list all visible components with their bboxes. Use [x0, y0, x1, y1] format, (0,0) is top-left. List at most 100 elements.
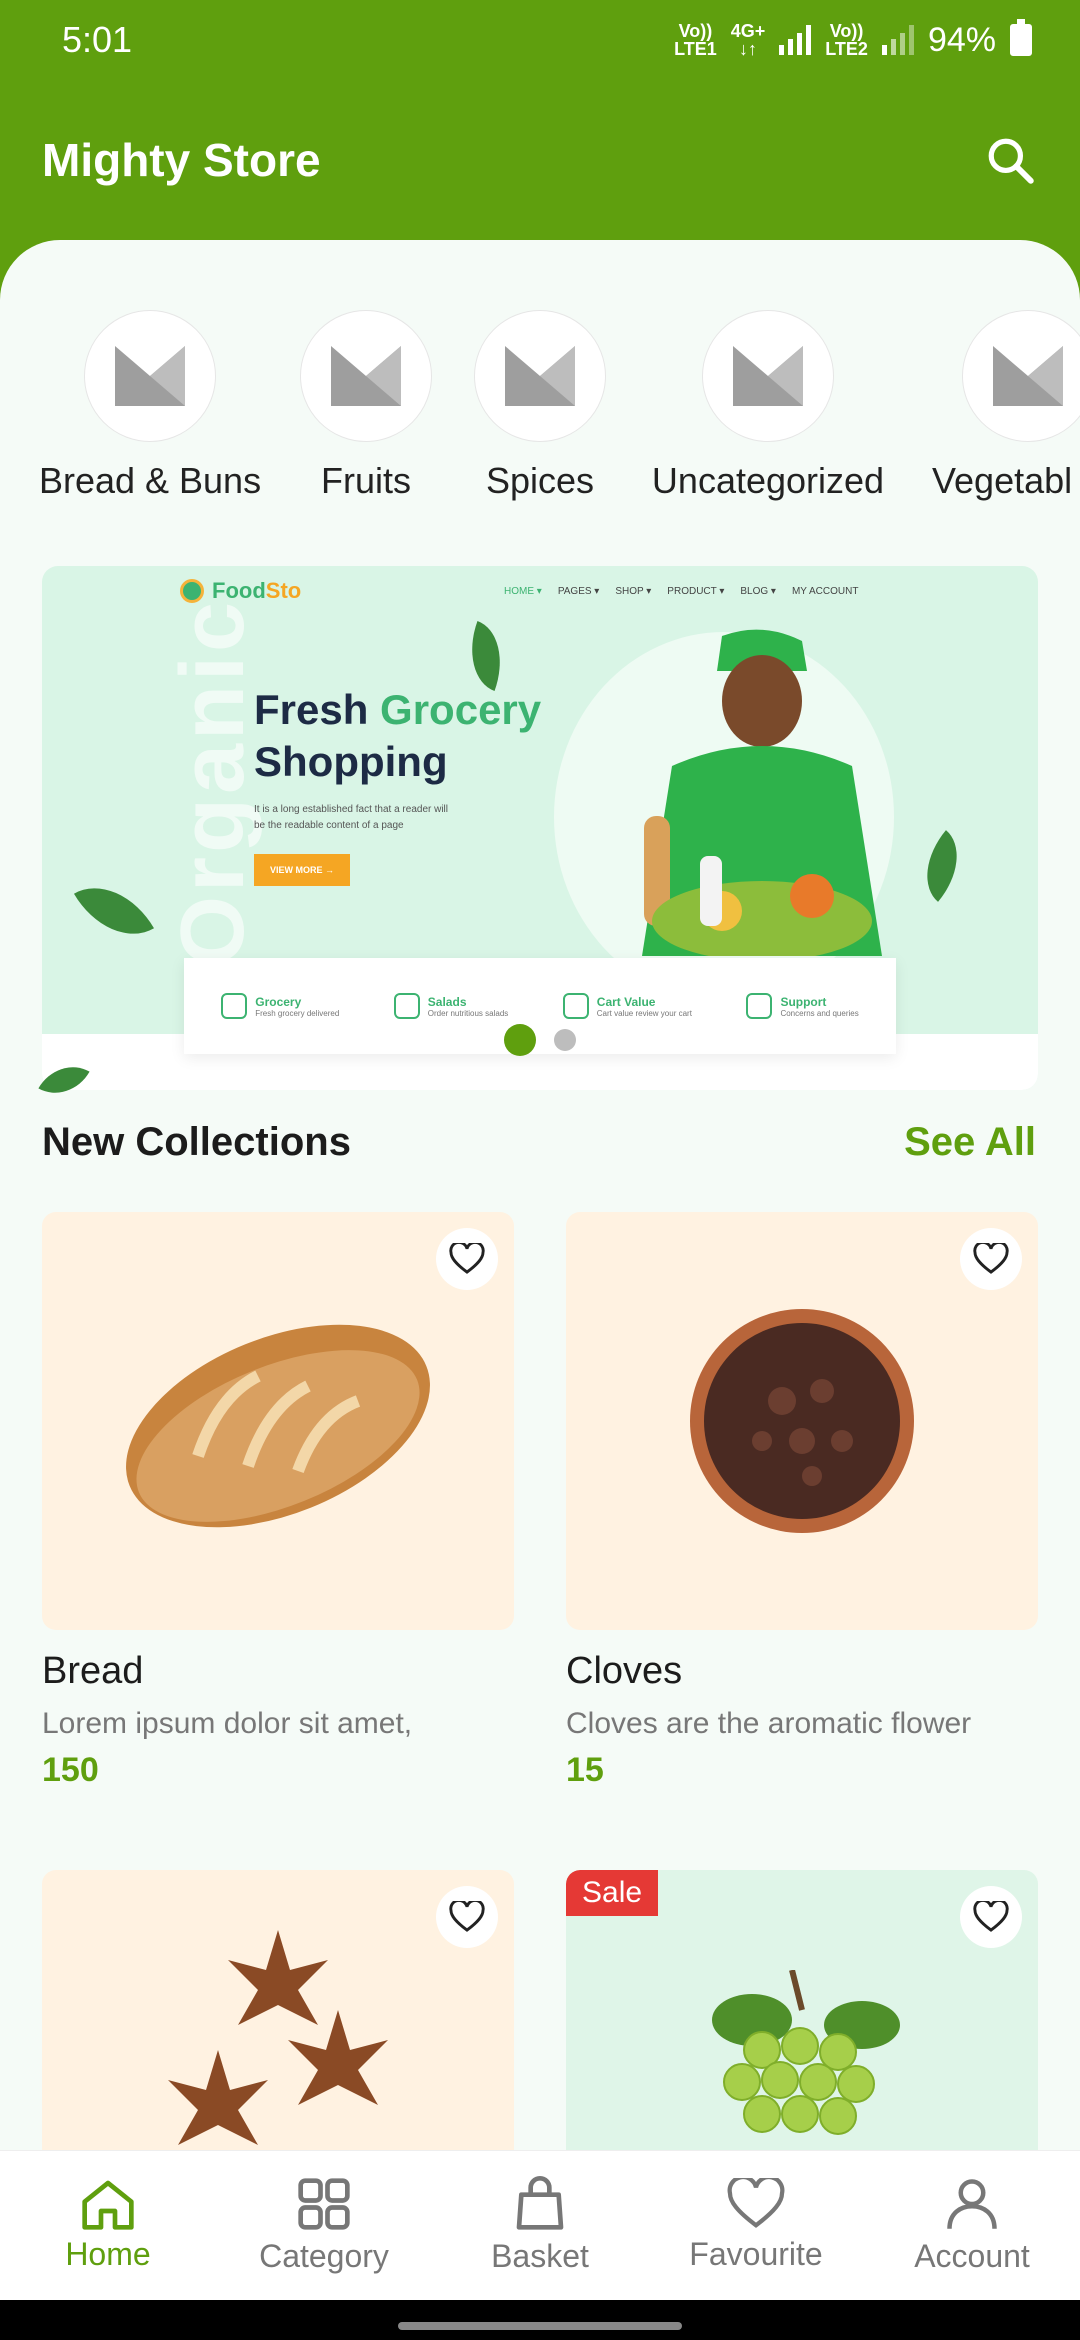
placeholder-image-icon — [505, 346, 575, 406]
leaf-decoration — [73, 867, 155, 955]
category-vegetables[interactable]: Vegetabl — [932, 310, 1080, 502]
product-card-star-anise[interactable] — [42, 1870, 514, 2150]
product-price: 15 — [566, 1751, 604, 1789]
battery-icon — [1010, 19, 1032, 56]
product-image[interactable]: Sale — [566, 1870, 1038, 2150]
carousel-indicator — [0, 1024, 1080, 1056]
status-icons: Vo)) LTE1 4G+ ↓↑ Vo)) LTE2 94% — [674, 19, 1032, 60]
nav-label: Category — [259, 2238, 389, 2274]
feature-cart-value: Cart Value Cart value review your cart — [562, 993, 692, 1019]
nav-label: Favourite — [689, 2236, 823, 2272]
product-card-bread[interactable]: Bread Lorem ipsum dolor sit amet, 150 — [42, 1212, 514, 1790]
banner-nav-item: SHOP ▾ — [615, 586, 652, 597]
product-card-cloves[interactable]: Cloves Cloves are the aromatic flower 15 — [566, 1212, 1038, 1790]
carousel-dot[interactable] — [554, 1029, 576, 1051]
product-name: Cloves — [566, 1650, 683, 1692]
category-label: Uncategorized — [651, 460, 885, 501]
bread-image — [126, 1324, 430, 1528]
feature-desc: Cart value review your cart — [596, 1008, 692, 1018]
placeholder-image-icon — [331, 346, 401, 406]
content-sheet: Bread & Buns Fruits Spices Uncategorized… — [0, 240, 1080, 2150]
net1-top: Vo)) — [678, 21, 713, 41]
home-gesture-handle[interactable] — [398, 2322, 682, 2330]
product-image[interactable] — [42, 1212, 514, 1630]
nav-label: Basket — [491, 2238, 589, 2274]
product-image[interactable] — [42, 1870, 514, 2150]
heart-icon — [973, 1901, 1009, 1932]
grapes-image — [712, 1970, 900, 2135]
category-grid-icon — [298, 2178, 350, 2230]
category-label: Vegetabl — [932, 460, 1073, 501]
heart-icon — [727, 2178, 785, 2228]
product-desc: Lorem ipsum dolor sit amet, — [42, 1707, 413, 1740]
category-fruits[interactable]: Fruits — [300, 310, 432, 502]
placeholder-image-icon — [993, 346, 1063, 406]
see-all-link[interactable]: See All — [904, 1120, 1036, 1165]
net1-bottom: LTE1 — [674, 39, 717, 59]
nav-basket[interactable]: Basket — [432, 2176, 648, 2275]
category-uncategorized[interactable]: Uncategorized — [648, 310, 888, 502]
category-image — [474, 310, 606, 442]
category-label: Fruits — [321, 460, 411, 501]
heart-icon — [449, 1901, 485, 1932]
product-image[interactable] — [566, 1212, 1038, 1630]
category-label: Spices — [485, 460, 595, 501]
net2-bottom: LTE2 — [825, 39, 868, 59]
data-arrows-icon: ↓↑ — [739, 39, 757, 59]
promo-banner[interactable]: Organic FoodSto HOME ▾ PAGES ▾ SHOP ▾ PR… — [42, 566, 1038, 1090]
category-bread-buns[interactable]: Bread & Buns — [39, 310, 261, 502]
category-spices[interactable]: Spices — [474, 310, 606, 502]
view-more-button[interactable]: VIEW MORE → — [254, 854, 350, 886]
signal-icon — [779, 25, 812, 55]
nav-category[interactable]: Category — [216, 2176, 432, 2275]
user-icon — [947, 2179, 997, 2229]
placeholder-image-icon — [733, 346, 803, 406]
favourite-button[interactable] — [960, 1886, 1022, 1948]
favourite-button[interactable] — [960, 1228, 1022, 1290]
logo-text-b: Sto — [265, 578, 302, 603]
favourite-button[interactable] — [436, 1228, 498, 1290]
banner-nav: HOME ▾ PAGES ▾ SHOP ▾ PRODUCT ▾ BLOG ▾ M… — [504, 586, 858, 597]
network-lte1: Vo)) LTE1 — [674, 22, 717, 58]
system-gesture-bar — [0, 2300, 1080, 2340]
heart-icon — [449, 1243, 485, 1274]
nav-favourite[interactable]: Favourite — [648, 2178, 864, 2273]
support-icon — [746, 993, 773, 1019]
net2-top: Vo)) — [829, 21, 864, 41]
status-bar: 5:01 Vo)) LTE1 4G+ ↓↑ Vo)) LTE2 94% — [0, 0, 1080, 80]
banner-subtext: It is a long established fact that a rea… — [254, 804, 448, 831]
shopping-bag-icon — [516, 2176, 564, 2230]
network-lte2: Vo)) LTE2 — [825, 22, 868, 58]
nav-label: Home — [65, 2236, 151, 2272]
banner-nav-item: HOME ▾ — [504, 586, 542, 597]
category-list[interactable]: Bread & Buns Fruits Spices Uncategorized… — [0, 310, 1080, 510]
nav-home[interactable]: Home — [0, 2178, 216, 2273]
banner-logo: FoodSto — [180, 578, 301, 604]
feature-salads: Salads Order nutritious salads — [393, 993, 508, 1019]
leaf-decoration — [907, 830, 977, 902]
headline-part: Fresh — [254, 686, 381, 733]
nav-label: Account — [914, 2238, 1030, 2274]
nav-account[interactable]: Account — [864, 2176, 1080, 2275]
banner-nav-item: PRODUCT ▾ — [667, 586, 725, 597]
search-button[interactable] — [980, 130, 1040, 190]
grocery-person-image — [642, 629, 882, 956]
feature-title: Cart Value — [596, 994, 656, 1009]
placeholder-image-icon — [115, 346, 185, 406]
feature-desc: Fresh grocery delivered — [255, 1008, 340, 1018]
bottom-navigation: Home Category Basket Favourite Account — [0, 2150, 1080, 2300]
product-card-grapes[interactable]: Sale — [566, 1870, 1038, 2150]
category-image — [300, 310, 432, 442]
banner-nav-item: MY ACCOUNT — [791, 586, 859, 597]
salad-icon — [393, 993, 420, 1019]
leaf-decoration — [456, 620, 516, 692]
headline-highlight: Grocery — [380, 686, 542, 733]
banner-watermark: Organic — [163, 597, 263, 966]
banner-nav-item: BLOG ▾ — [740, 586, 776, 597]
search-icon — [988, 138, 1034, 184]
carousel-dot-active[interactable] — [504, 1024, 536, 1056]
battery-percent: 94% — [927, 20, 996, 59]
favourite-button[interactable] — [436, 1886, 498, 1948]
banner-headline: Fresh Grocery Shopping — [254, 684, 541, 788]
header: 5:01 Vo)) LTE1 4G+ ↓↑ Vo)) LTE2 94% Migh… — [0, 0, 1080, 260]
